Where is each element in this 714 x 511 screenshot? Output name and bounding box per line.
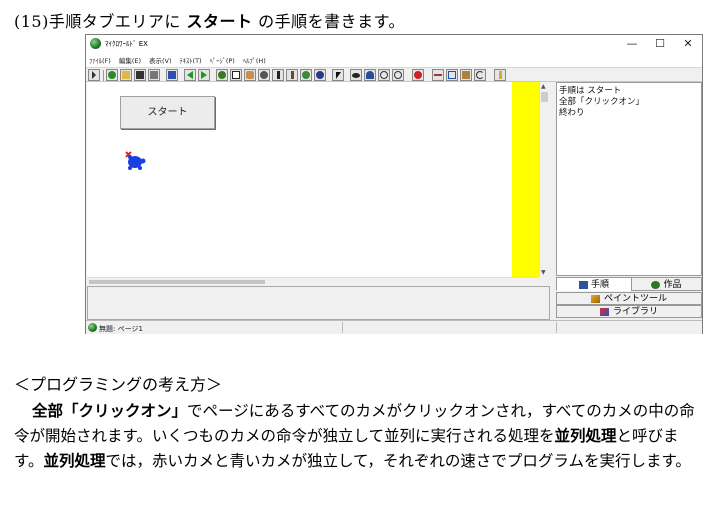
toolbar-separator	[103, 70, 104, 81]
status-divider	[342, 322, 343, 333]
start-button[interactable]: スタート	[120, 96, 215, 129]
cut-icon[interactable]	[432, 69, 444, 81]
book-icon[interactable]	[166, 69, 178, 81]
person-icon[interactable]	[364, 69, 376, 81]
procedure-text[interactable]: 手順は スタート 全部「クリックオン」 終わり	[559, 86, 644, 119]
music-icon[interactable]	[272, 69, 284, 81]
h-scroll-thumb[interactable]	[89, 280, 265, 284]
para-bold-3: 並列処理	[43, 452, 106, 470]
para-text-3: では，赤いカメと青いカメが独立して，それぞれの速さでプログラムを実行します。	[105, 452, 691, 470]
heading-bold: スタート	[186, 12, 253, 31]
explanation-paragraph: 全部「クリックオン」でページにあるすべてのカメがクリックオンされ，すべてのカメの…	[14, 399, 706, 474]
status-bar: 無題: ページ1	[86, 320, 702, 334]
library-button[interactable]: ライブラリ	[556, 305, 702, 318]
palette-icon[interactable]	[300, 69, 312, 81]
left-arrow-icon[interactable]	[184, 69, 196, 81]
tab-procedure-label: 手順	[590, 280, 609, 290]
save-icon[interactable]	[134, 69, 146, 81]
title-bar: ﾏｲｸﾛﾜｰﾙﾄﾞ EX — ☐ ✕	[86, 35, 702, 53]
message-area[interactable]	[87, 286, 550, 320]
menu-bar: ﾌｧｲﾙ(F) 編集(E) 表示(V) ﾃｷｽﾄ(T) ﾍﾟｰｼﾞ(P) ﾍﾙﾌ…	[86, 53, 702, 67]
procedure-editor[interactable]: 手順は スタート 全部「クリックオン」 終わり	[556, 82, 702, 276]
toolbar	[86, 67, 702, 82]
paint-tool-label: ペイントツール	[603, 294, 667, 304]
menu-text[interactable]: ﾃｷｽﾄ(T)	[180, 55, 202, 65]
globe-icon	[651, 280, 661, 289]
library-icon	[599, 307, 609, 316]
book-icon	[578, 280, 588, 289]
scroll-down-icon[interactable]: ▼	[541, 269, 546, 276]
heading-suffix: の手順を書きます。	[258, 12, 405, 31]
stop-icon[interactable]	[412, 69, 424, 81]
section-title: ＜プログラミングの考え方＞	[14, 375, 223, 394]
menu-help[interactable]: ﾍﾙﾌﾟ(H)	[243, 55, 266, 65]
zoom-in-icon[interactable]	[378, 69, 390, 81]
menu-file[interactable]: ﾌｧｲﾙ(F)	[89, 55, 111, 65]
close-button[interactable]: ✕	[674, 36, 702, 52]
brush-icon	[590, 294, 600, 303]
ball-icon[interactable]	[314, 69, 326, 81]
app-globe-icon	[90, 38, 101, 49]
app-window: ﾏｲｸﾛﾜｰﾙﾄﾞ EX — ☐ ✕ ﾌｧｲﾙ(F) 編集(E) 表示(V) ﾃ…	[85, 34, 703, 334]
view-icon[interactable]	[350, 69, 362, 81]
tab-works[interactable]: 作品	[631, 277, 702, 291]
window-title: ﾏｲｸﾛﾜｰﾙﾄﾞ EX	[105, 40, 148, 48]
scroll-thumb[interactable]	[541, 92, 548, 102]
status-divider	[556, 322, 557, 333]
para-bold-1: 全部「クリックオン」	[32, 402, 188, 420]
tab-works-label: 作品	[663, 280, 682, 290]
page-heading: (15)手順タブエリアに スタート の手順を書きます。	[14, 8, 405, 32]
copy-icon[interactable]	[446, 69, 458, 81]
open-folder-icon[interactable]	[120, 69, 132, 81]
status-text: 無題: ページ1	[99, 325, 143, 333]
help-icon[interactable]	[494, 69, 506, 81]
minimize-button[interactable]: —	[618, 36, 646, 52]
menu-view[interactable]: 表示(V)	[149, 55, 172, 65]
menu-page[interactable]: ﾍﾟｰｼﾞ(P)	[210, 55, 235, 65]
yellow-panel	[512, 82, 540, 277]
paint-tool-button[interactable]: ペイントツール	[556, 292, 702, 305]
text-icon[interactable]	[230, 69, 242, 81]
undo-icon[interactable]	[474, 69, 486, 81]
eye-icon[interactable]	[258, 69, 270, 81]
menu-edit[interactable]: 編集(E)	[119, 55, 141, 65]
hand-icon[interactable]	[244, 69, 256, 81]
turtle-icon[interactable]	[216, 69, 228, 81]
page-canvas[interactable]: スタート	[87, 82, 540, 282]
cursor-icon[interactable]	[332, 69, 344, 81]
library-label: ライブラリ	[612, 307, 658, 317]
pen-icon[interactable]	[286, 69, 298, 81]
globe-icon[interactable]	[106, 69, 118, 81]
side-tabs: 手順 作品	[556, 277, 702, 291]
vertical-scrollbar[interactable]: ▲ ▼	[539, 82, 549, 277]
right-arrow-icon[interactable]	[198, 69, 210, 81]
status-globe-icon	[88, 323, 97, 332]
horizontal-scrollbar[interactable]	[87, 277, 538, 286]
zoom-out-icon[interactable]	[392, 69, 404, 81]
blue-turtle-icon[interactable]	[122, 151, 146, 171]
print-icon[interactable]	[148, 69, 160, 81]
scroll-up-icon[interactable]: ▲	[541, 83, 546, 90]
tab-procedure[interactable]: 手順	[556, 277, 632, 291]
pointer-tool-icon[interactable]	[88, 69, 100, 81]
para-bold-2: 並列処理	[554, 427, 617, 445]
paste-icon[interactable]	[460, 69, 472, 81]
maximize-button[interactable]: ☐	[646, 36, 674, 52]
heading-prefix: (15)手順タブエリアに	[14, 12, 181, 31]
